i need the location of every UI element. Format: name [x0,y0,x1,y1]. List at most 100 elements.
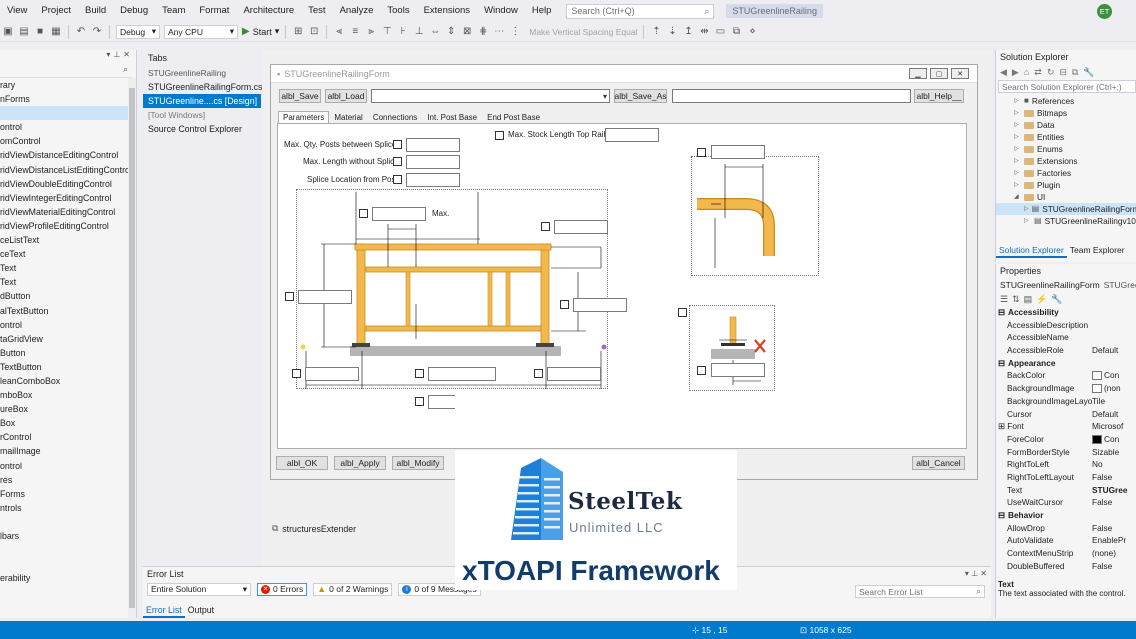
solution-tree-item[interactable]: ▷ Bitmaps [996,107,1136,119]
collapse-icon[interactable]: ⊟ [998,509,1005,522]
toolbox-item[interactable]: Forms [0,487,136,501]
form-tab-connections[interactable]: Connections [368,111,422,123]
property-row[interactable]: BackgroundImageLayout Tile [996,395,1136,408]
align-bottom-icon[interactable]: ⊥ [413,26,425,38]
menu-window[interactable]: Window [477,0,525,22]
property-value[interactable]: Con [1092,433,1136,446]
start-offset-checkbox[interactable] [292,369,301,378]
property-value[interactable]: False [1092,496,1136,509]
form-tab-int-post-base[interactable]: Int. Post Base [422,111,482,123]
end-offset-input[interactable] [547,367,601,381]
max-length-input[interactable] [406,155,460,169]
undo-icon[interactable]: ↶ [75,26,87,38]
solution-tree-item[interactable]: ▷ ■ References [996,95,1136,107]
property-value[interactable]: False [1092,471,1136,484]
send-back-icon[interactable]: ⧉ [730,26,742,38]
solution-tree-item[interactable]: ▷ ▤ STUGreenlineRailingForm [996,203,1136,215]
menu-help[interactable]: Help [525,0,559,22]
property-value[interactable]: Sizable [1092,446,1136,459]
collapse-all-icon[interactable]: ⊟ [1059,67,1067,78]
toolbox-item[interactable]: Button [0,346,136,360]
vertical-spacing-icon[interactable]: ⋮ [509,26,521,38]
menu-debug[interactable]: Debug [113,0,155,22]
toolbox-item[interactable] [0,543,136,557]
redo-icon[interactable]: ↷ [91,26,103,38]
toolbox-item[interactable]: taGridView [0,332,136,346]
chevron-right-icon[interactable]: ▷ [1014,143,1021,155]
grid-icon[interactable]: ⊡ [308,26,320,38]
toolbox-item[interactable]: lbars [0,529,136,543]
max-qty-checkbox[interactable] [393,140,402,149]
collapse-icon[interactable]: ⊟ [998,357,1005,370]
property-row[interactable]: AccessibleName [996,331,1136,344]
post-base-checkbox[interactable] [678,308,687,317]
property-value[interactable]: Default [1092,408,1136,421]
warnings-filter-button[interactable]: ▲ 0 of 2 Warnings [313,582,393,596]
toolbox-item[interactable]: ridViewDoubleEditingControl [0,177,136,191]
new-project-icon[interactable]: ▣ [2,26,14,38]
toolbox-item[interactable]: ridViewDistanceListEditingControl [0,163,136,177]
max-stock-checkbox[interactable] [495,131,504,140]
property-value[interactable]: False [1092,522,1136,535]
same-size-icon[interactable]: ⊠ [461,26,473,38]
toolbox-item[interactable]: Text [0,275,136,289]
property-row[interactable]: Cursor Default [996,408,1136,421]
property-row[interactable]: RightToLeft No [996,458,1136,471]
expand-icon[interactable]: ⊞ [998,421,1005,431]
toolbox-item[interactable]: rary [0,78,136,92]
modify-button[interactable]: albl_Modify [392,456,444,470]
solution-explorer-search[interactable]: Search Solution Explorer (Ctrl+;) [998,80,1136,93]
bottom-offset-input[interactable] [573,298,627,312]
pin-icon[interactable]: ⊥ [113,50,120,64]
property-row[interactable]: AccessibleDescription [996,319,1136,332]
platform-select[interactable]: Any CPU ▾ [164,24,238,39]
align-center-icon[interactable]: ≡ [349,26,361,38]
base-offset-input[interactable] [711,363,765,377]
properties-object-selector[interactable]: STUGreenlineRailingForm STUGreenl [996,278,1136,292]
snap-grid-icon[interactable]: ⋕ [477,26,489,38]
chevron-right-icon[interactable]: ▷ [1014,167,1021,179]
property-pages-icon[interactable]: 🔧 [1051,294,1062,305]
switch-views-icon[interactable]: ⇄ [1034,67,1042,78]
toolbox-item[interactable]: erability [0,571,136,585]
height-checkbox[interactable] [285,292,294,301]
toolbox-item[interactable]: mboBox [0,388,136,402]
solution-tree-item[interactable]: ▷ Factories [996,167,1136,179]
total-length-checkbox[interactable] [415,397,424,406]
home-icon[interactable]: ⌂ [1024,67,1029,77]
error-list-search[interactable]: Search Error List ⌕ [855,585,985,598]
pin-icon[interactable]: ⊥ [971,569,978,578]
ok-button[interactable]: albl_OK [276,456,328,470]
apply-button[interactable]: albl_Apply [334,456,386,470]
show-all-files-icon[interactable]: ⧉ [1072,67,1078,78]
sync-icon[interactable]: ↻ [1047,67,1055,78]
property-category[interactable]: ⊟ Appearance [996,357,1136,370]
bottom-offset-checkbox[interactable] [560,300,569,309]
toolbox-scrollbar[interactable] [128,78,136,618]
toolbox-item[interactable]: leanComboBox [0,374,136,388]
tab-error-list[interactable]: Error List [143,604,185,618]
menu-project[interactable]: Project [34,0,78,22]
chevron-right-icon[interactable]: ▷ [1024,203,1029,215]
property-category[interactable]: ⊟ Behavior [996,509,1136,522]
vertical-spacing-label[interactable]: Make Vertical Spacing Equal [529,27,637,37]
height-input[interactable] [298,290,352,304]
toolbox-item[interactable]: ceListText [0,233,136,247]
align-top-icon[interactable]: ⊤ [381,26,393,38]
forward-icon[interactable]: ▶ [1012,67,1019,78]
categorized-icon[interactable]: ☰ [1000,294,1008,305]
tab-entry-source-control[interactable]: Source Control Explorer [143,122,261,136]
toolbox-item[interactable]: ontrol [0,318,136,332]
toolbox-item[interactable] [0,106,136,121]
property-value[interactable]: False [1092,560,1136,573]
toolbox-item[interactable]: dButton [0,289,136,303]
solution-tree-item[interactable]: ▷ Extensions [996,155,1136,167]
quick-search-input[interactable]: Search (Ctrl+Q) ⌕ [566,3,715,19]
property-row[interactable]: ForeColor Con [996,433,1136,446]
property-row[interactable]: AutoValidate EnablePr [996,534,1136,547]
events-icon[interactable]: ⚡ [1036,294,1047,305]
form-tab-end-post-base[interactable]: End Post Base [482,111,545,123]
menu-format[interactable]: Format [192,0,236,22]
property-value[interactable]: (non [1092,382,1136,395]
property-row[interactable]: ⊞ Font Microsof [996,420,1136,433]
